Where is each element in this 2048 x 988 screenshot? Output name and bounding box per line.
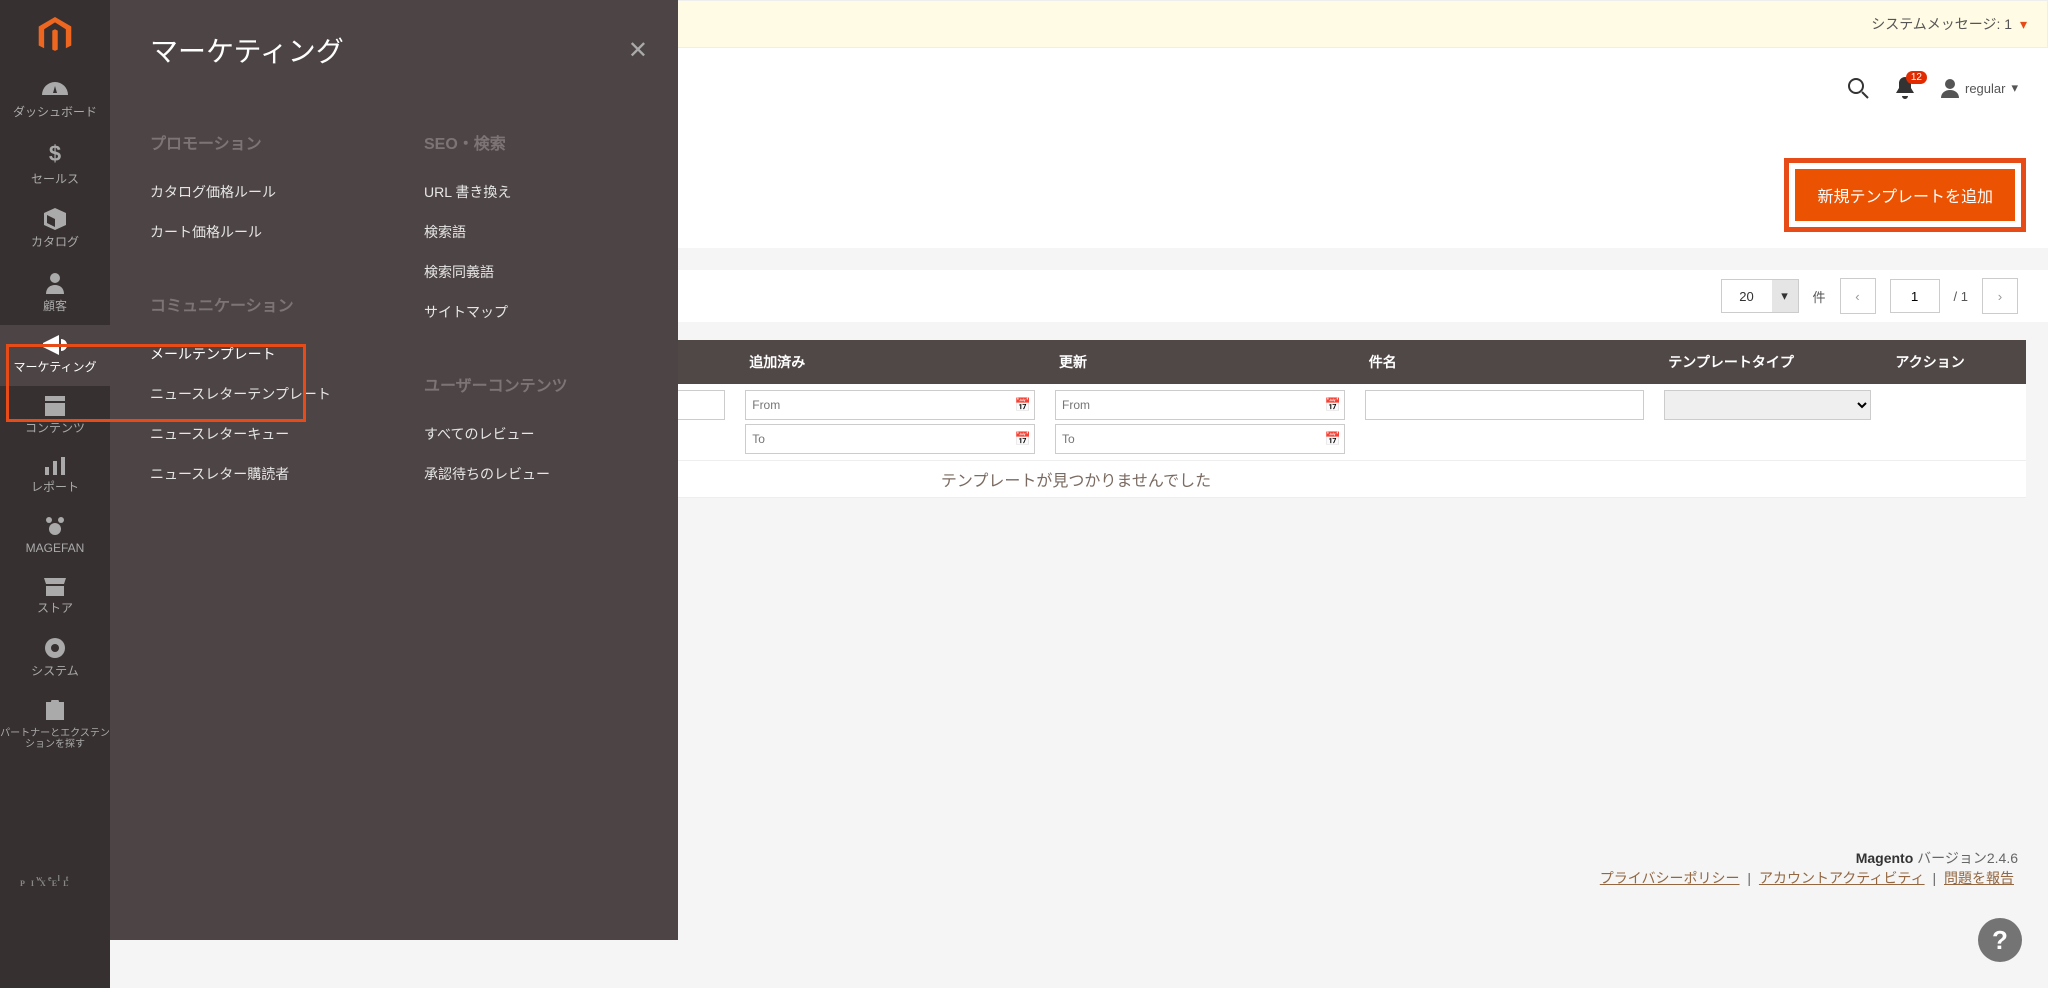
- sidebar-item-label: レポート: [31, 481, 79, 494]
- sidebar-item-label: MAGEFAN: [26, 542, 85, 555]
- notifications-icon[interactable]: 12: [1895, 77, 1915, 99]
- caret-down-icon: ▾: [2016, 16, 2027, 32]
- sidebar-item-catalog[interactable]: カタログ: [0, 198, 110, 261]
- flyout-column-2: SEO・検索 URL 書き換え 検索語 検索同義語 サイトマップ ユーザーコンテ…: [424, 110, 638, 494]
- prev-page-button[interactable]: ‹: [1840, 278, 1876, 314]
- user-menu[interactable]: regular ▾: [1941, 78, 2018, 98]
- flyout-link-newsletter-templates[interactable]: ニュースレターテンプレート: [150, 374, 364, 414]
- sidebar-item-label: マーケティング: [13, 361, 96, 374]
- add-button-highlight: 新規テンプレートを追加: [1784, 158, 2026, 232]
- sidebar-item-label: パートナーとエクステンションを探す: [0, 728, 110, 750]
- flyout-link-search-synonyms[interactable]: 検索同義語: [424, 252, 638, 292]
- sidebar-item-label: セールス: [31, 173, 79, 186]
- col-action[interactable]: アクション: [1881, 340, 2026, 384]
- username-label: regular: [1965, 81, 2005, 96]
- marketing-flyout-panel: マーケティング ✕ プロモーション カタログ価格ルール カート価格ルール コミュ…: [110, 0, 678, 940]
- col-added[interactable]: 追加済み: [735, 340, 1045, 384]
- footer-product: Magento: [1856, 850, 1914, 866]
- sidebar-item-magefan[interactable]: MAGEFAN: [0, 506, 110, 567]
- page-number-input[interactable]: [1890, 279, 1940, 313]
- sidebar-item-content[interactable]: コンテンツ: [0, 386, 110, 447]
- flyout-link-newsletter-subscribers[interactable]: ニュースレター購読者: [150, 454, 364, 494]
- col-subject[interactable]: 件名: [1355, 340, 1654, 384]
- flyout-title: マーケティング: [150, 30, 638, 70]
- flyout-link-search-terms[interactable]: 検索語: [424, 212, 638, 252]
- flyout-heading-user-content: ユーザーコンテンツ: [424, 372, 638, 396]
- calendar-icon[interactable]: 📅: [1325, 397, 1341, 413]
- paw-icon: [44, 516, 66, 536]
- sidebar-item-sales[interactable]: $ セールス: [0, 131, 110, 198]
- filter-added-from[interactable]: [745, 390, 1035, 420]
- col-type[interactable]: テンプレートタイプ: [1654, 340, 1881, 384]
- sidebar-item-label: カタログ: [31, 236, 79, 249]
- footer-version: バージョン2.4.6: [1917, 850, 2018, 866]
- system-message-toggle[interactable]: システムメッセージ: 1 ▾: [1871, 14, 2027, 34]
- store-icon: [44, 578, 66, 596]
- gauge-icon: [42, 82, 68, 100]
- footer-link-privacy[interactable]: プライバシーポリシー: [1600, 870, 1740, 886]
- person-icon: [46, 272, 64, 294]
- sidebar-item-system[interactable]: システム: [0, 627, 110, 690]
- user-icon: [1941, 78, 1959, 98]
- col-updated[interactable]: 更新: [1045, 340, 1355, 384]
- per-page-value: 20: [1722, 289, 1772, 304]
- notification-badge: 12: [1906, 71, 1927, 84]
- sidebar-item-reports[interactable]: レポート: [0, 447, 110, 506]
- pager-of-label: / 1: [1954, 289, 1968, 304]
- flyout-link-cart-price-rule[interactable]: カート価格ルール: [150, 212, 364, 252]
- welt-logo: weltPIXEL: [20, 878, 74, 888]
- flyout-link-sitemap[interactable]: サイトマップ: [424, 292, 638, 332]
- chevron-down-icon: ▾: [2011, 80, 2018, 96]
- layout-icon: [45, 396, 65, 416]
- flyout-link-newsletter-queue[interactable]: ニュースレターキュー: [150, 414, 364, 454]
- filter-type-select[interactable]: [1664, 390, 1871, 420]
- sidebar-item-label: 顧客: [43, 300, 67, 313]
- chevron-down-icon: ▾: [1772, 280, 1798, 312]
- sidebar-item-label: ダッシュボード: [13, 106, 97, 119]
- sidebar-item-stores[interactable]: ストア: [0, 568, 110, 627]
- flyout-column-1: プロモーション カタログ価格ルール カート価格ルール コミュニケーション メール…: [150, 110, 364, 494]
- flyout-link-catalog-price-rule[interactable]: カタログ価格ルール: [150, 172, 364, 212]
- filter-added-to[interactable]: [745, 424, 1035, 454]
- megaphone-icon: [43, 335, 67, 355]
- footer-link-report[interactable]: 問題を報告: [1944, 870, 2014, 886]
- search-icon[interactable]: [1847, 77, 1869, 99]
- flyout-heading-promotions: プロモーション: [150, 130, 364, 154]
- sidebar-item-customers[interactable]: 顧客: [0, 262, 110, 325]
- sidebar-item-label: ストア: [37, 602, 73, 615]
- filter-updated-from[interactable]: [1055, 390, 1345, 420]
- gear-icon: [44, 637, 66, 659]
- close-icon[interactable]: ✕: [628, 36, 648, 65]
- cube-icon: [44, 208, 66, 230]
- magento-logo-icon[interactable]: [0, 0, 110, 72]
- filter-updated-to[interactable]: [1055, 424, 1345, 454]
- main-sidebar: ダッシュボード $ セールス カタログ 顧客 マーケティング コンテンツ レポー…: [0, 0, 110, 988]
- footer-link-activity[interactable]: アカウントアクティビティ: [1759, 870, 1925, 886]
- help-button[interactable]: ?: [1978, 918, 2022, 962]
- bars-icon: [45, 457, 65, 475]
- puzzle-icon: [44, 700, 66, 722]
- calendar-icon[interactable]: 📅: [1015, 431, 1031, 447]
- sidebar-item-extensions[interactable]: パートナーとエクステンションを探す: [0, 690, 110, 762]
- next-page-button[interactable]: ›: [1982, 278, 2018, 314]
- sidebar-item-dashboard[interactable]: ダッシュボード: [0, 72, 110, 131]
- sidebar-item-label: コンテンツ: [25, 422, 85, 435]
- filter-subject-input[interactable]: [1365, 390, 1644, 420]
- flyout-link-pending-reviews[interactable]: 承認待ちのレビュー: [424, 454, 638, 494]
- dollar-icon: $: [49, 141, 61, 167]
- add-new-template-button[interactable]: 新規テンプレートを追加: [1795, 169, 2015, 221]
- sidebar-item-label: システム: [31, 665, 79, 678]
- flyout-link-url-rewrites[interactable]: URL 書き換え: [424, 172, 638, 212]
- flyout-link-all-reviews[interactable]: すべてのレビュー: [424, 414, 638, 454]
- flyout-link-email-templates[interactable]: メールテンプレート: [150, 334, 364, 374]
- calendar-icon[interactable]: 📅: [1325, 431, 1341, 447]
- flyout-heading-seo-search: SEO・検索: [424, 130, 638, 154]
- sidebar-item-marketing[interactable]: マーケティング: [0, 325, 110, 386]
- per-page-label: 件: [1813, 287, 1826, 306]
- per-page-select[interactable]: 20 ▾: [1721, 279, 1799, 313]
- flyout-heading-communications: コミュニケーション: [150, 292, 364, 316]
- calendar-icon[interactable]: 📅: [1015, 397, 1031, 413]
